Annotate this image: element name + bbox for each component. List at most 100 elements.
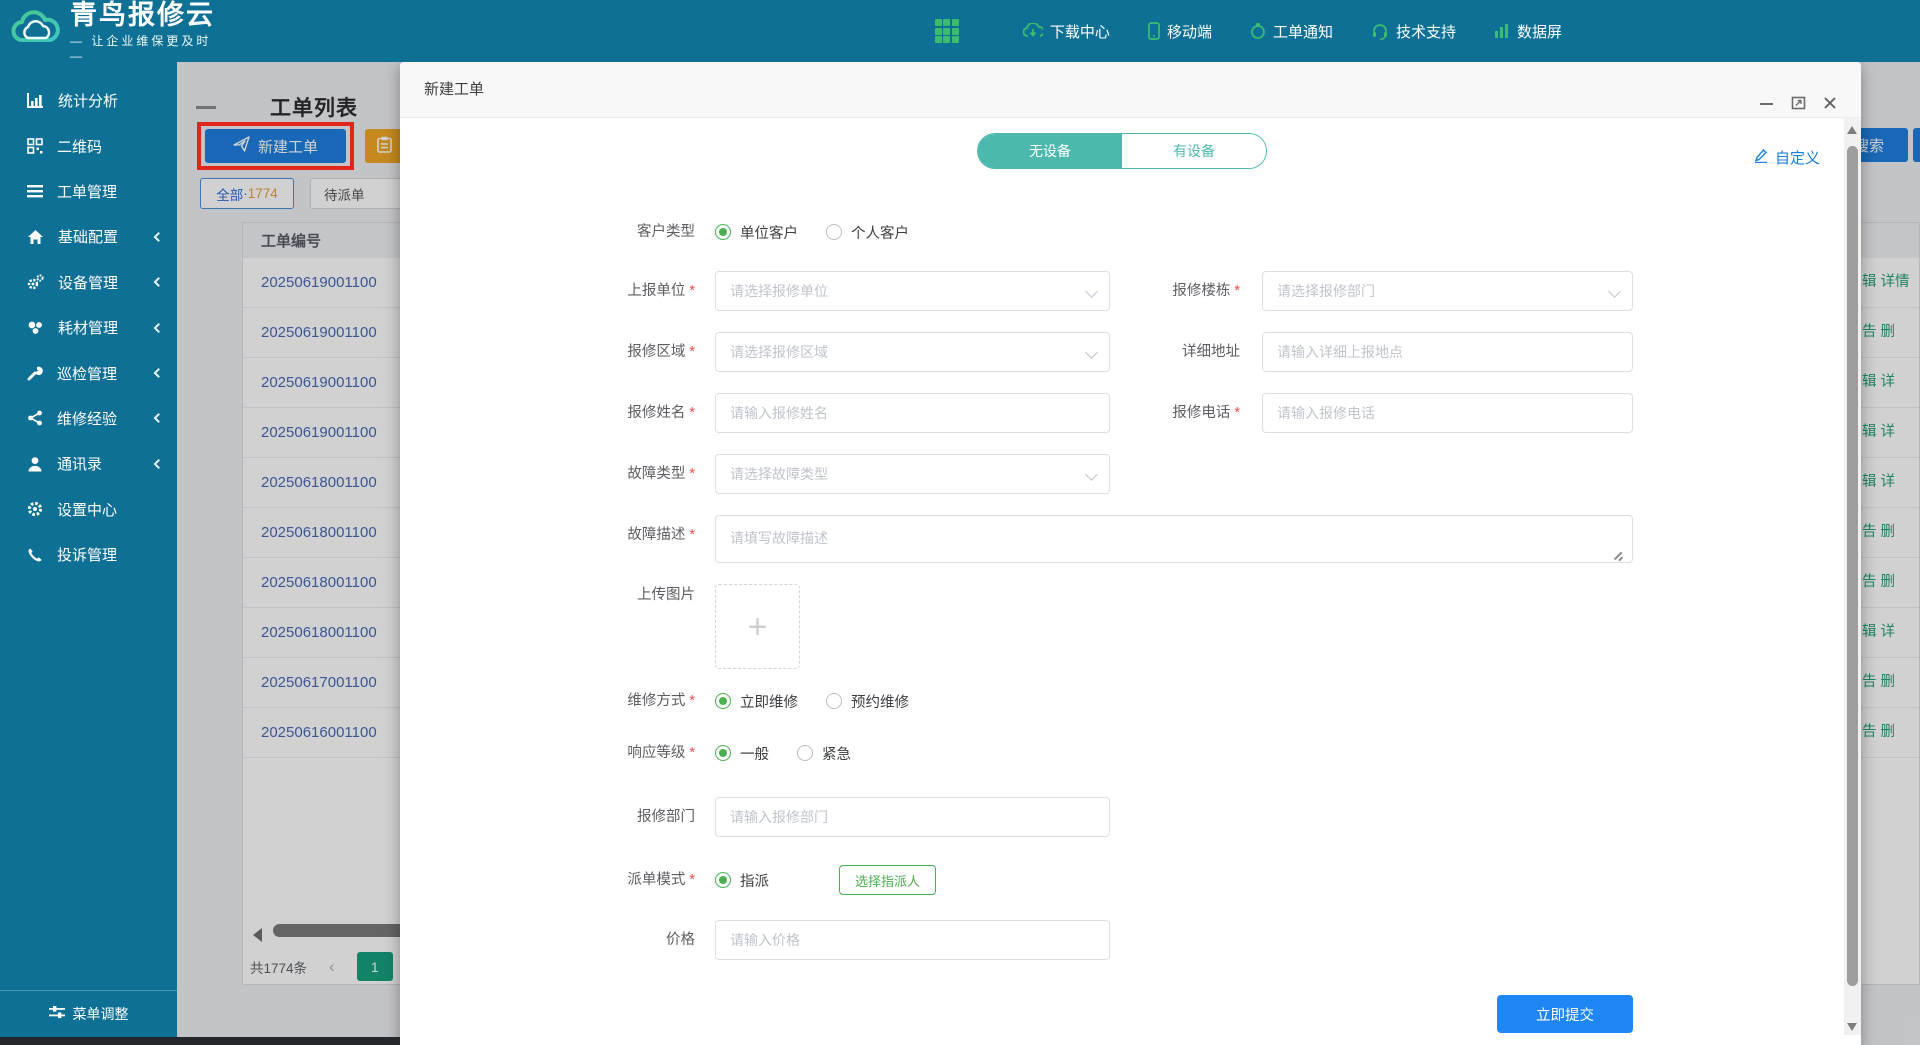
fault-description-textarea[interactable]	[715, 515, 1633, 563]
field-label-repair-area: 报修区域 *	[627, 344, 695, 360]
sidebar-item-consumables[interactable]: 耗材管理	[0, 305, 177, 350]
sidebar-item-stats[interactable]: 统计分析	[0, 78, 177, 123]
field-label-detail-address: 详细地址	[1182, 344, 1240, 360]
repair-phone-input[interactable]	[1262, 393, 1633, 433]
menu-adjust-button[interactable]: 菜单调整	[0, 990, 177, 1036]
plus-icon: +	[747, 607, 768, 646]
nav-download-center[interactable]: 下载中心	[1022, 21, 1110, 42]
field-label-repair-building: 报修楼栋 *	[1172, 283, 1240, 299]
device-toggle: 无设备 有设备	[977, 133, 1267, 169]
worklist-icon	[27, 184, 43, 198]
collapse-chevron-icon	[153, 322, 164, 333]
annotation-highlight-box	[197, 122, 354, 170]
report-unit-select-input[interactable]	[715, 271, 1110, 311]
repair-dept-input[interactable]	[715, 797, 1110, 837]
field-label-customer-type: 客户类型	[637, 224, 695, 240]
radio-unselected-icon	[797, 745, 813, 761]
dialog-vertical-scrollbar	[1844, 118, 1861, 1035]
collapse-chevron-icon	[153, 231, 164, 242]
maximize-icon[interactable]	[1791, 96, 1806, 115]
minimize-icon[interactable]	[1759, 96, 1774, 115]
repair-building-select-input[interactable]	[1262, 271, 1633, 311]
sidebar-item-device-mgmt[interactable]: 设备管理	[0, 260, 177, 305]
toggle-has-device[interactable]: 有设备	[1122, 134, 1266, 168]
radio-scheduled-repair[interactable]: 预约维修	[826, 691, 909, 712]
detail-address-input[interactable]	[1262, 332, 1633, 372]
fault-type-select-input[interactable]	[715, 454, 1110, 494]
sidebar-item-settings-center[interactable]: 设置中心	[0, 487, 177, 532]
brand-name: 青鸟报修云	[70, 0, 215, 30]
mobile-icon	[1148, 22, 1160, 40]
radio-assign[interactable]: 指派	[715, 870, 769, 891]
choose-assignee-button[interactable]: 选择指派人	[839, 865, 937, 895]
cloud-logo-icon	[10, 8, 62, 55]
radio-selected-icon	[715, 872, 731, 888]
top-header-bar: 青鸟报修云 — 让企业维保更及时 — 下载中心 移动端 工单通知 技术支持 数据…	[0, 0, 1920, 63]
radio-selected-icon	[715, 745, 731, 761]
nav-order-notify[interactable]: 工单通知	[1250, 21, 1333, 42]
apps-grid-icon[interactable]	[934, 19, 959, 43]
vertical-scrollbar-thumb[interactable]	[1847, 146, 1858, 986]
scroll-up-arrow-icon[interactable]	[1847, 126, 1857, 134]
close-icon[interactable]	[1823, 96, 1837, 115]
field-label-repair-name: 报修姓名 *	[627, 405, 695, 421]
gear-icon	[27, 501, 43, 517]
sidebar-item-work-orders[interactable]: 工单管理	[0, 169, 177, 214]
sidebar-item-inspection[interactable]: 巡检管理	[0, 350, 177, 395]
home-icon	[27, 229, 44, 245]
brand-tagline: — 让企业维保更及时 —	[70, 33, 212, 63]
radio-level-urgent[interactable]: 紧急	[797, 743, 851, 764]
report-unit-select[interactable]	[715, 271, 1110, 311]
sidebar: 统计分析 二维码 工单管理 基础配置 设备管理 耗材管理 巡检管理 维修经验 通…	[0, 62, 177, 1045]
brand-logo: 青鸟报修云 — 让企业维保更及时 —	[0, 0, 230, 63]
repair-building-select[interactable]	[1262, 271, 1633, 311]
qrcode-icon	[27, 138, 43, 154]
collapse-chevron-icon	[153, 413, 164, 424]
top-nav: 下载中心 移动端 工单通知 技术支持 数据屏	[934, 19, 1562, 43]
price-input[interactable]	[715, 920, 1110, 960]
field-label-upload: 上传图片	[637, 587, 695, 603]
field-label-fault-type: 故障类型 *	[627, 466, 695, 482]
data-screen-icon	[1494, 23, 1510, 39]
field-label-fault-desc: 故障描述 *	[627, 527, 695, 543]
sidebar-item-contacts[interactable]: 通讯录	[0, 441, 177, 486]
sidebar-item-repair-experience[interactable]: 维修经验	[0, 396, 177, 441]
upload-image-button[interactable]: +	[715, 584, 800, 669]
new-work-order-dialog: 新建工单 无设备 有设备 自定义 客户类型 单位客户 个人客户 上报单位 * 请…	[400, 62, 1861, 1045]
scroll-down-arrow-icon[interactable]	[1847, 1023, 1857, 1031]
radio-unselected-icon	[826, 693, 842, 709]
field-label-repair-mode: 维修方式 *	[627, 693, 695, 709]
nav-mobile[interactable]: 移动端	[1148, 21, 1212, 42]
fault-type-select[interactable]	[715, 454, 1110, 494]
field-label-repair-dept: 报修部门	[637, 809, 695, 825]
app-root: 青鸟报修云 — 让企业维保更及时 — 下载中心 移动端 工单通知 技术支持 数据…	[0, 0, 1920, 1045]
repair-area-select[interactable]	[715, 332, 1110, 372]
repair-name-input[interactable]	[715, 393, 1110, 433]
radio-level-normal[interactable]: 一般	[715, 743, 769, 764]
repair-area-select-input[interactable]	[715, 332, 1110, 372]
radio-selected-icon	[715, 224, 731, 240]
radio-selected-icon	[715, 693, 731, 709]
radio-unit-customer[interactable]: 单位客户	[715, 222, 798, 243]
radio-personal-customer[interactable]: 个人客户	[826, 222, 909, 243]
toggle-no-device[interactable]: 无设备	[978, 134, 1122, 168]
radio-immediate-repair[interactable]: 立即维修	[715, 691, 798, 712]
customize-link[interactable]: 自定义	[1753, 147, 1820, 168]
nav-tech-support[interactable]: 技术支持	[1371, 21, 1456, 42]
sidebar-item-base-config[interactable]: 基础配置	[0, 214, 177, 259]
screen-bottom-edge	[0, 1037, 400, 1045]
sidebar-item-complaints[interactable]: 投诉管理	[0, 532, 177, 577]
notification-icon	[1250, 22, 1266, 40]
nav-data-screen[interactable]: 数据屏	[1494, 21, 1562, 42]
gears-icon	[27, 274, 44, 290]
work-order-form: 客户类型 单位客户 个人客户 上报单位* 报修楼栋*	[555, 221, 1844, 960]
field-label-dispatch-mode: 派单模式 *	[627, 872, 695, 888]
wrench-icon	[27, 365, 43, 381]
pencil-icon	[1753, 148, 1770, 167]
sidebar-item-qrcode[interactable]: 二维码	[0, 123, 177, 168]
dialog-body: 无设备 有设备 自定义 客户类型 单位客户 个人客户 上报单位 * 请选择报修单…	[400, 118, 1844, 1045]
phone-icon	[27, 547, 43, 563]
consumables-icon	[27, 320, 44, 336]
submit-button[interactable]: 立即提交	[1497, 995, 1633, 1033]
field-label-response-level: 响应等级 *	[627, 745, 695, 761]
